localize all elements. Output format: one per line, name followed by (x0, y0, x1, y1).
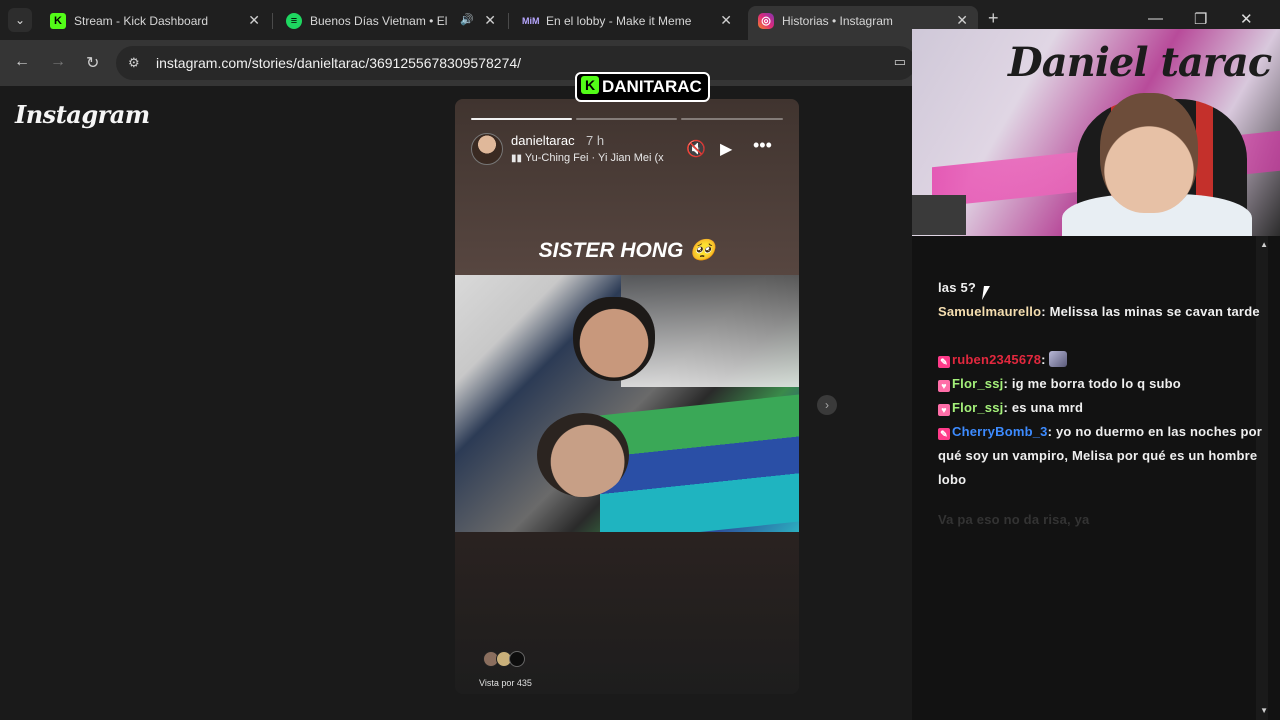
browser-toolbar: ← → ↻ ⚙ instagram.com/stories/danieltara… (0, 40, 916, 86)
chat-username[interactable]: ruben2345678 (952, 352, 1041, 367)
kick-channel-badge: K DANITARAC (575, 72, 710, 102)
story-progress-bar (576, 118, 677, 120)
heart-badge-icon: ♥ (938, 404, 950, 416)
chat-message: ♥ Flor_ssj: ig me borra todo lo q subo (938, 372, 1274, 396)
photo-striped-shirt (600, 394, 799, 543)
minimize-icon[interactable]: — (1148, 10, 1163, 27)
close-icon[interactable]: ✕ (248, 12, 260, 29)
story-view-count[interactable]: Vista por 435 (479, 678, 532, 688)
story-progress-bar (681, 118, 783, 120)
chat-message-text: Melissa las minas se cavan tarde (1049, 304, 1260, 319)
kick-channel-name: DANITARAC (602, 77, 702, 96)
tab-title: Historias • Instagram (782, 14, 893, 28)
tab-title: Stream - Kick Dashboard (74, 14, 209, 28)
chat-message: ✎ ruben2345678: (938, 348, 1274, 372)
tab-title: Buenos Días Vietnam • El A (310, 14, 450, 28)
kick-icon: K (581, 76, 599, 94)
tab-kick-dashboard[interactable]: K Stream - Kick Dashboard ✕ (40, 6, 270, 36)
cast-icon[interactable]: ▭ (894, 54, 906, 70)
speaker-icon[interactable]: 🔊 (460, 13, 474, 26)
mouse-cursor-icon (982, 286, 996, 300)
back-icon[interactable]: ← (14, 53, 30, 71)
chat-username[interactable]: Samuelmaurello (938, 304, 1041, 319)
chat-username[interactable]: CherryBomb_3 (952, 424, 1048, 439)
webcam-feed: Daniel tarac (912, 29, 1280, 236)
kick-icon: K (50, 13, 66, 29)
url-text[interactable]: instagram.com/stories/danieltarac/369125… (156, 55, 521, 71)
play-icon[interactable]: ▶ (720, 139, 732, 159)
tab-divider (508, 13, 509, 29)
scroll-up-icon[interactable]: ▲ (1260, 240, 1268, 249)
story-footer-area: Vista por 435 (455, 532, 799, 694)
new-tab-icon[interactable]: + (988, 8, 999, 29)
site-settings-icon[interactable]: ⚙ (128, 55, 140, 71)
story-viewer[interactable]: danieltarac 7 h ▮▮ Yu-Ching Fei · Yi Jia… (455, 99, 799, 694)
chat-username[interactable]: Flor_ssj (952, 376, 1003, 391)
window-close-icon[interactable]: ✕ (1240, 10, 1253, 28)
story-photo (455, 275, 799, 543)
more-options-icon[interactable]: ••• (753, 135, 772, 156)
viewer-avatars[interactable] (483, 651, 533, 669)
chat-colon: : (1003, 376, 1012, 391)
story-music[interactable]: ▮▮ Yu-Ching Fei · Yi Jian Mei (x (511, 152, 664, 164)
restore-icon[interactable]: ❐ (1194, 10, 1207, 28)
story-music-label: Yu-Ching Fei · Yi Jian Mei (x (524, 152, 664, 164)
viewer-avatar (509, 651, 525, 667)
chat-message-text: las 5? (938, 280, 977, 295)
chat-emote-icon (1049, 351, 1068, 367)
chat-username[interactable]: Flor_ssj (952, 400, 1003, 415)
wall-graffiti: Daniel tarac (1008, 39, 1272, 86)
address-bar[interactable]: ⚙ instagram.com/stories/danieltarac/3691… (116, 46, 916, 80)
close-icon[interactable]: ✕ (956, 12, 968, 29)
mute-icon[interactable]: 🔇 (686, 139, 706, 159)
story-timestamp: 7 h (586, 133, 605, 148)
heart-badge-icon: ♥ (938, 380, 950, 392)
subscriber-badge-icon: ✎ (938, 356, 950, 368)
music-bars-icon: ▮▮ (511, 153, 523, 164)
chat-colon: : (1003, 400, 1012, 415)
chat-message: ✎ CherryBomb_3: yo no duermo en las noche… (938, 420, 1274, 492)
chat-message-text: es una mrd (1011, 400, 1084, 415)
chat-colon: : (1041, 304, 1050, 319)
story-username[interactable]: danieltarac (511, 133, 575, 148)
tab-make-it-meme[interactable]: MiM En el lobby - Make it Meme ✕ (512, 6, 742, 36)
next-story-button[interactable]: › (817, 395, 837, 415)
chat-message-text: Va pa eso no da risa, ya (938, 512, 1090, 527)
reload-icon[interactable]: ↻ (86, 53, 99, 73)
instagram-icon: ◎ (758, 13, 774, 29)
instagram-page: Instagram danieltarac 7 h ▮▮ Yu-Ching Fe… (0, 86, 912, 720)
tab-spotify[interactable]: ≡ Buenos Días Vietnam • El A 🔊 ✕ (276, 6, 506, 36)
tab-search-menu-button[interactable]: ⌄ (8, 8, 32, 32)
streamer-head (1100, 93, 1198, 213)
chat-message-text: ig me borra todo lo q subo (1011, 376, 1181, 391)
mim-icon: MiM (522, 16, 540, 26)
close-icon[interactable]: ✕ (484, 12, 496, 29)
close-icon[interactable]: ✕ (720, 12, 732, 29)
desk-equipment (912, 195, 966, 235)
subscriber-badge-icon: ✎ (938, 428, 950, 440)
tab-title: En el lobby - Make it Meme (546, 14, 692, 28)
scroll-down-icon[interactable]: ▼ (1260, 706, 1268, 715)
instagram-logo[interactable]: Instagram (15, 100, 150, 129)
photo-person-2 (537, 413, 629, 497)
story-caption: SISTER HONG 🥺 (538, 239, 716, 262)
chat-colon: : (1041, 352, 1050, 367)
chat-message-faded: Va pa eso no da risa, ya (938, 508, 1274, 532)
stream-chat: ▲ ▼ las 5? Samuelmaurello: Melissa las m… (912, 236, 1280, 720)
tab-divider (272, 13, 273, 29)
chat-colon: : (1047, 424, 1056, 439)
photo-person-1 (573, 297, 655, 381)
spotify-icon: ≡ (286, 13, 302, 29)
chat-message: ♥ Flor_ssj: es una mrd (938, 396, 1274, 420)
chat-message: Samuelmaurello: Melissa las minas se cav… (938, 300, 1274, 324)
story-avatar[interactable] (471, 133, 503, 165)
forward-icon[interactable]: → (50, 53, 66, 71)
story-progress-bar (471, 118, 572, 120)
